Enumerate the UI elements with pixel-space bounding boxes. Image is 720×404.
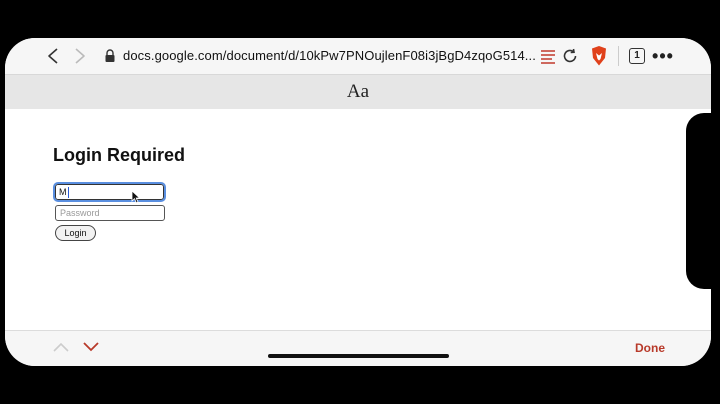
text-size-button[interactable]: Aa (5, 81, 711, 103)
tab-count-button[interactable]: 1 (629, 48, 645, 64)
password-input[interactable]: Password (55, 205, 165, 221)
username-input[interactable]: M (53, 182, 166, 202)
reload-icon[interactable] (561, 46, 579, 66)
chevron-up-icon[interactable] (52, 340, 70, 354)
brave-shield-icon[interactable] (588, 45, 610, 67)
side-panel-edge (686, 113, 711, 289)
forward-arrow-icon[interactable] (72, 47, 88, 65)
reader-mode-icon[interactable] (539, 47, 557, 65)
back-arrow-icon[interactable] (45, 47, 61, 65)
phone-screen: docs.google.com/document/d/10kPw7PNOujle… (5, 38, 711, 366)
toolbar-divider (618, 46, 619, 66)
mouse-cursor-icon (131, 190, 141, 204)
text-caret (67, 187, 69, 199)
home-indicator (268, 354, 449, 358)
done-button[interactable]: Done (635, 341, 665, 355)
text-size-bar: Aa (5, 74, 711, 110)
login-button[interactable]: Login (55, 225, 96, 241)
page-content: Login Required M Password Login (5, 109, 711, 330)
page-title: Login Required (53, 145, 185, 165)
username-value: M (59, 187, 67, 197)
browser-toolbar: docs.google.com/document/d/10kPw7PNOujle… (5, 38, 711, 74)
lock-icon (103, 48, 117, 64)
find-bar: Done (5, 330, 711, 366)
more-menu-icon[interactable]: ••• (652, 46, 673, 66)
address-bar[interactable]: docs.google.com/document/d/10kPw7PNOujle… (123, 47, 536, 65)
chevron-down-icon[interactable] (82, 340, 100, 354)
